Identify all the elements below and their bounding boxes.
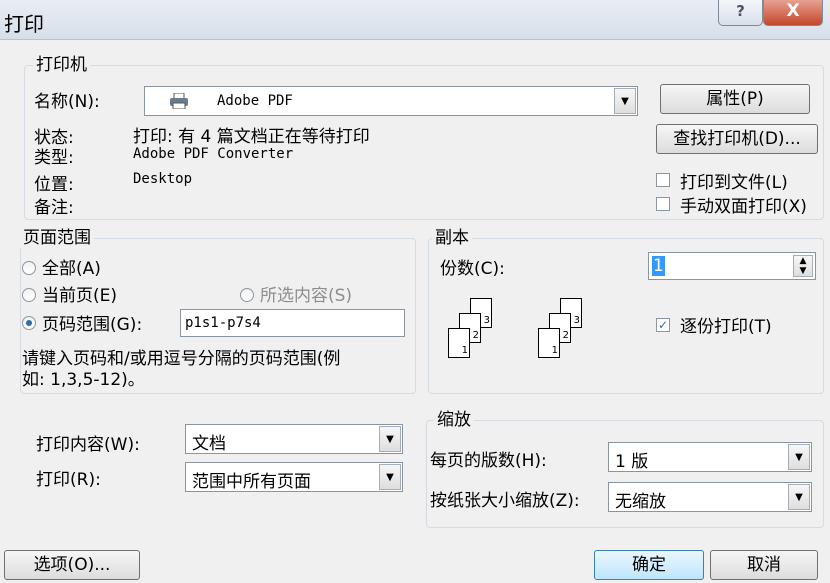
print-to-file-checkbox[interactable] <box>656 173 670 187</box>
page-1: 1 <box>448 328 470 358</box>
printer-name-select[interactable]: Adobe PDF ▼ <box>144 86 638 116</box>
copies-count-value: 1 <box>652 256 665 276</box>
chevron-down-icon: ▼ <box>379 464 401 490</box>
pages-label: 页码范围(G): <box>42 315 143 335</box>
help-button[interactable]: ? <box>718 0 763 26</box>
zoom-legend: 缩放 <box>434 410 474 430</box>
print-to-file-label: 打印到文件(L) <box>680 173 788 193</box>
page-range-value: p1s1-p7s4 <box>185 315 261 331</box>
print-pages-select[interactable]: 范围中所有页面 ▼ <box>185 462 403 492</box>
find-printer-button[interactable]: 查找打印机(D)... <box>656 124 818 154</box>
manual-duplex-checkbox[interactable] <box>656 197 670 211</box>
page-range-legend: 页面范围 <box>20 228 94 248</box>
chevron-down-icon: ▼ <box>788 484 810 510</box>
spin-arrows-icon[interactable]: ▲ ▼ <box>793 255 813 277</box>
radio-current-page[interactable] <box>22 288 36 302</box>
copies-legend: 副本 <box>432 228 472 248</box>
properties-button[interactable]: 属性(P) <box>660 84 810 114</box>
pages-per-sheet-value: 1 版 <box>615 452 649 472</box>
page-range-hint-line2: 如: 1,3,5-12)。 <box>22 370 145 390</box>
printer-legend: 打印机 <box>33 55 90 75</box>
printer-icon <box>169 92 189 110</box>
comment-label: 备注: <box>34 198 74 218</box>
collate-label: 逐份打印(T) <box>680 317 772 337</box>
copies-spinner[interactable]: 1 ▲ ▼ <box>648 252 816 280</box>
print-pages-value: 范围中所有页面 <box>192 472 311 492</box>
pages-collate-icon-2: 3 2 1 <box>534 298 594 368</box>
pages-collate-icon: 3 2 1 <box>444 298 504 368</box>
printer-name-label: 名称(N): <box>34 92 100 112</box>
collate-checkbox[interactable]: ✓ <box>656 318 670 332</box>
chevron-down-icon: ▼ <box>379 426 401 452</box>
where-label: 位置: <box>34 175 74 195</box>
page-1: 1 <box>538 328 560 358</box>
pages-per-sheet-select[interactable]: 1 版 ▼ <box>608 442 812 472</box>
current-page-label: 当前页(E) <box>42 286 118 306</box>
radio-all[interactable] <box>22 261 36 275</box>
print-what-value: 文档 <box>192 434 226 454</box>
scale-value: 无缩放 <box>615 492 666 512</box>
status-value: 打印: 有 4 篇文档正在等待打印 <box>133 127 370 147</box>
close-button[interactable]: X <box>763 0 823 26</box>
title-bar: 打印 ? X <box>0 0 830 40</box>
chevron-down-icon: ▼ <box>614 88 636 114</box>
copies-count-label: 份数(C): <box>440 259 505 279</box>
selection-label: 所选内容(S) <box>260 286 353 306</box>
printer-name-value: Adobe PDF <box>217 93 293 109</box>
scale-label: 按纸张大小缩放(Z): <box>430 491 580 511</box>
print-what-label: 打印内容(W): <box>36 435 140 455</box>
chevron-down-icon: ▼ <box>788 444 810 470</box>
options-button[interactable]: 选项(O)... <box>4 550 140 580</box>
scale-select[interactable]: 无缩放 ▼ <box>608 482 812 512</box>
type-label: 类型: <box>34 148 74 168</box>
ok-button[interactable]: 确定 <box>594 550 704 580</box>
window-title: 打印 <box>4 12 44 36</box>
pages-per-sheet-label: 每页的版数(H): <box>430 451 547 471</box>
radio-selection <box>240 288 254 302</box>
radio-pages[interactable] <box>22 316 36 330</box>
print-label: 打印(R): <box>36 470 101 490</box>
page-range-input[interactable]: p1s1-p7s4 <box>180 309 405 337</box>
where-value: Desktop <box>133 171 193 187</box>
cancel-button[interactable]: 取消 <box>710 550 818 580</box>
type-value: Adobe PDF Converter <box>133 146 294 162</box>
manual-duplex-label: 手动双面打印(X) <box>680 197 807 217</box>
print-what-select[interactable]: 文档 ▼ <box>185 424 403 454</box>
all-label: 全部(A) <box>42 259 101 279</box>
